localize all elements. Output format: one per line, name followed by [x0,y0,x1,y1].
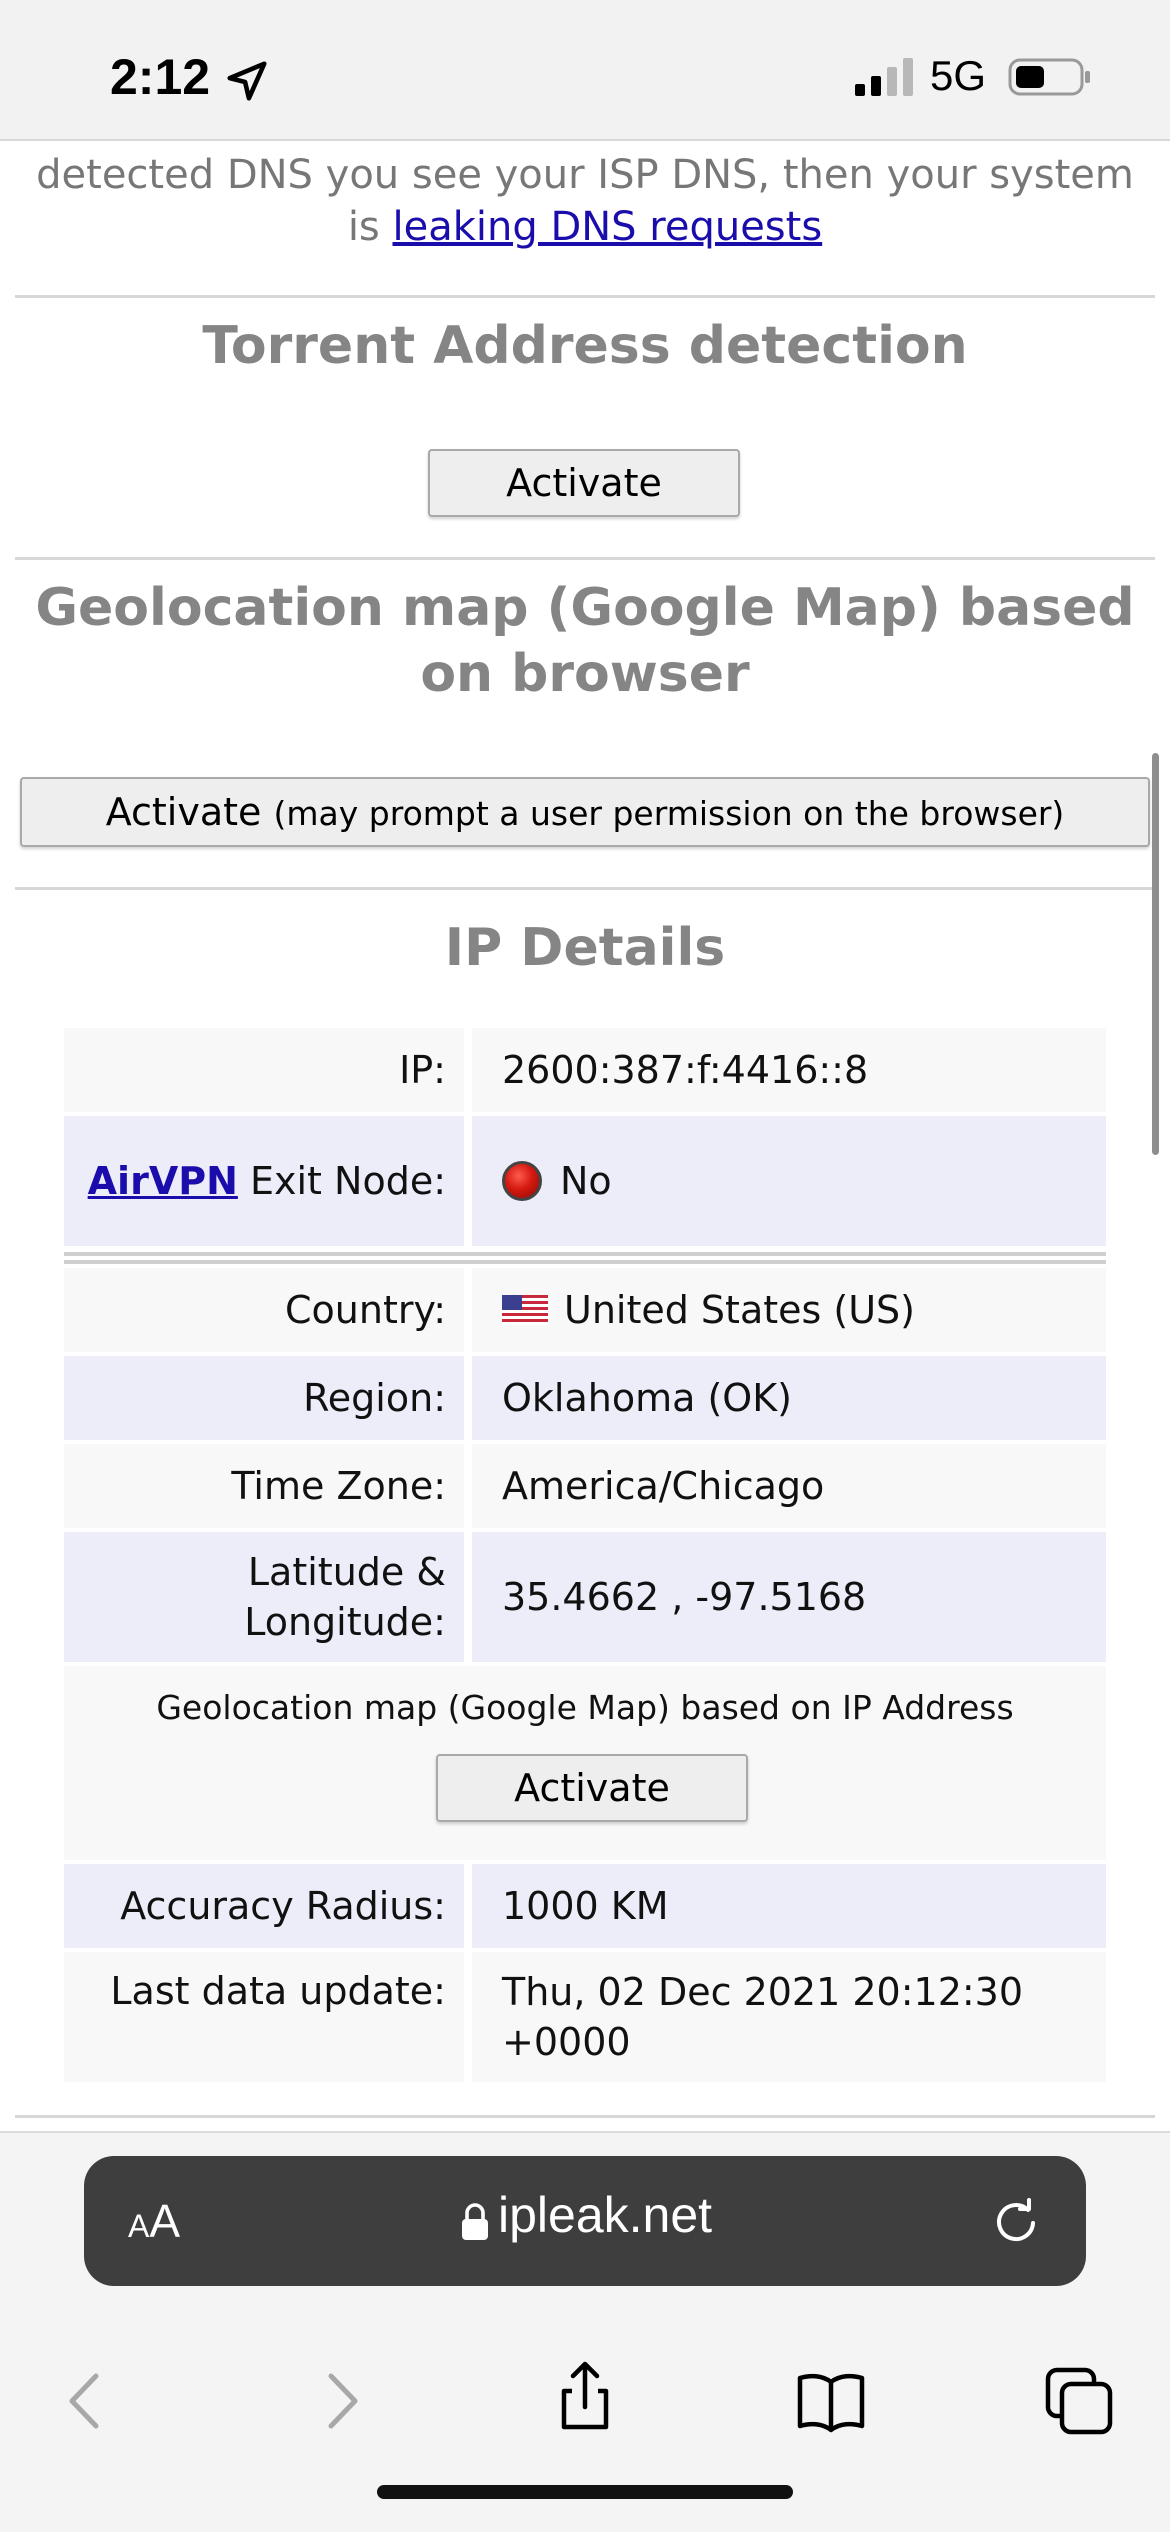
torrent-activate-button[interactable]: Activate [428,449,740,517]
geo-browser-activate-label: Activate [105,790,262,834]
location-arrow-icon [227,61,267,101]
book-icon[interactable] [796,2366,866,2436]
region-row: Region: Oklahoma (OK) [64,1356,1106,1440]
web-content: detected DNS you see your ISP DNS, then … [0,141,1170,2131]
timezone-label: Time Zone: [64,1444,464,1528]
geo-browser-activate-button[interactable]: Activate (may prompt a user permission o… [20,777,1150,847]
exit-node-label: AirVPN Exit Node: [64,1116,464,1246]
divider [15,295,1155,298]
table-separator [64,1252,1106,1256]
divider [15,2115,1155,2118]
timezone-value: America/Chicago [472,1444,1106,1528]
last-update-value: Thu, 02 Dec 2021 20:12:30 +0000 [472,1952,1106,2082]
chevron-right-icon[interactable] [305,2366,375,2436]
airvpn-link[interactable]: AirVPN [88,1159,238,1203]
divider [15,557,1155,560]
status-time: 2:12 [110,49,211,105]
country-value: United States (US) [472,1268,1106,1352]
table-separator [64,1260,1106,1264]
latlon-row: Latitude & Longitude: 35.4662 , -97.5168 [64,1532,1106,1662]
torrent-activate-label: Activate [506,461,662,505]
country-row: Country: United States (US) [64,1268,1106,1352]
tabs-icon[interactable] [1044,2366,1114,2436]
torrent-title: Torrent Address detection [202,316,968,376]
exit-node-status: No [560,1159,612,1203]
last-update-label: Last data update: [64,1952,464,2082]
us-flag-icon [502,1295,548,1325]
home-indicator [377,2485,793,2499]
ip-label: IP: [64,1028,464,1112]
dns-intro-text: detected DNS you see your ISP DNS, then … [20,149,1150,253]
country-text: United States (US) [564,1288,915,1332]
text-size-small: A [128,2208,150,2244]
country-label: Country: [64,1268,464,1352]
ip-row: IP: 2600:387:f:4416::8 [64,1028,1106,1112]
ip-map-row: Geolocation map (Google Map) based on IP… [64,1666,1106,1860]
accuracy-value: 1000 KM [472,1864,1106,1948]
exit-node-text: Exit Node: [249,1159,446,1203]
browser-toolbar: AA ipleak.net [0,2131,1170,2532]
reload-icon[interactable] [990,2196,1042,2248]
accuracy-row: Accuracy Radius: 1000 KM [64,1864,1106,1948]
ip-value: 2600:387:f:4416::8 [472,1028,1106,1112]
battery-icon [1008,58,1090,96]
page-scrollbar[interactable] [1152,753,1159,1155]
latlon-label: Latitude & Longitude: [64,1532,464,1662]
geo-browser-title: Geolocation map (Google Map) based on br… [35,578,1135,704]
ip-map-caption: Geolocation map (Google Map) based on IP… [156,1688,1014,1727]
last-update-row: Last data update: Thu, 02 Dec 2021 20:12… [64,1952,1106,2082]
share-icon[interactable] [550,2361,620,2431]
network-type: 5G [930,52,987,99]
domain-text: ipleak.net [498,2187,713,2243]
lock-icon [462,2203,488,2240]
ip-details-title: IP Details [444,918,726,978]
divider [15,887,1155,890]
text-size-button[interactable]: AA [128,2194,180,2248]
ip-map-activate-label: Activate [514,1766,670,1810]
ip-map-activate-button[interactable]: Activate [436,1754,748,1822]
text-size-large: A [149,2195,181,2247]
red-dot-icon [502,1161,542,1201]
region-value: Oklahoma (OK) [472,1356,1106,1440]
cellular-signal-icon [855,58,913,96]
status-bar: 2:12 5G [0,0,1170,141]
geo-browser-note: (may prompt a user permission on the bro… [273,794,1065,833]
address-bar[interactable]: AA ipleak.net [84,2156,1086,2286]
timezone-row: Time Zone: America/Chicago [64,1444,1106,1528]
chevron-left-icon[interactable] [52,2366,122,2436]
exit-node-value: No [472,1116,1106,1246]
latlon-value: 35.4662 , -97.5168 [472,1532,1106,1662]
accuracy-label: Accuracy Radius: [64,1864,464,1948]
exit-node-row: AirVPN Exit Node: No [64,1116,1106,1246]
region-label: Region: [64,1356,464,1440]
dns-leak-link[interactable]: leaking DNS requests [392,204,822,250]
